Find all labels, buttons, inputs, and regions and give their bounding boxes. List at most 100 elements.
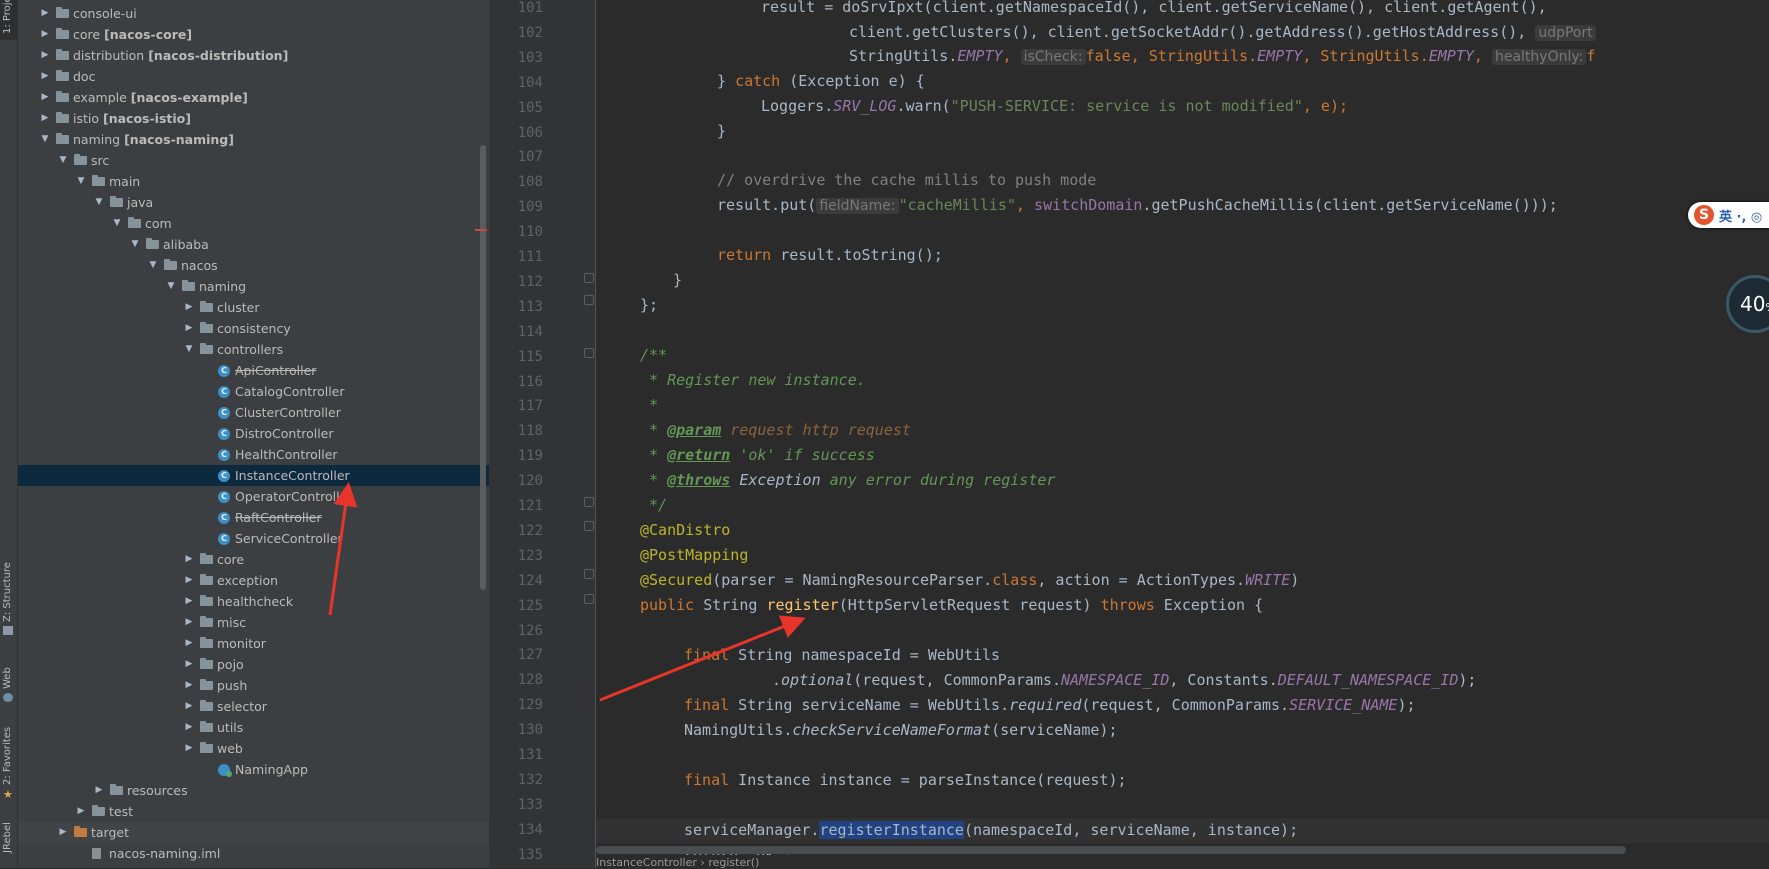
chevron-right-icon[interactable]: ▶: [184, 612, 194, 633]
tree-item-label: monitor: [217, 636, 266, 651]
tree-item-servicecontroller[interactable]: C ServiceController: [18, 528, 489, 549]
tree-item-utils[interactable]: ▶ utils: [18, 717, 489, 738]
chevron-right-icon[interactable]: ▶: [184, 318, 194, 339]
tree-item-apicontroller[interactable]: C ApiController: [18, 360, 489, 381]
tree-item-instancecontroller[interactable]: C InstanceController: [18, 465, 489, 486]
tree-item-distribution[interactable]: ▶ distribution [nacos-distribution]: [18, 45, 489, 66]
package-icon: [200, 637, 213, 648]
chevron-right-icon[interactable]: ▶: [40, 66, 50, 87]
tree-item-example[interactable]: ▶ example [nacos-example]: [18, 87, 489, 108]
fold-marker-icon[interactable]: [584, 594, 594, 604]
chevron-right-icon[interactable]: ▶: [184, 570, 194, 591]
tree-item-main[interactable]: ▼ main: [18, 171, 489, 192]
code-line-134: serviceManager.registerInstance(namespac…: [684, 821, 1299, 839]
chevron-down-icon[interactable]: ▼: [94, 192, 104, 213]
chevron-right-icon[interactable]: ▶: [184, 654, 194, 675]
tree-item-catalogcontroller[interactable]: C CatalogController: [18, 381, 489, 402]
chevron-right-icon[interactable]: ▶: [184, 675, 194, 696]
chevron-down-icon[interactable]: ▼: [148, 255, 158, 276]
breadcrumb[interactable]: InstanceController › register(): [596, 856, 759, 869]
chevron-down-icon[interactable]: ▼: [76, 171, 86, 192]
favorites-tool-tab[interactable]: 2: Favorites ★: [0, 720, 17, 805]
chevron-down-icon[interactable]: ▼: [40, 129, 50, 150]
tree-item-naming[interactable]: ▼ naming [nacos-naming]: [18, 129, 489, 150]
tree-item-alibaba[interactable]: ▼ alibaba: [18, 234, 489, 255]
tree-item-resources[interactable]: ▶ resources: [18, 780, 489, 801]
tree-item-consistency[interactable]: ▶ consistency: [18, 318, 489, 339]
tree-item-web[interactable]: ▶ web: [18, 738, 489, 759]
breadcrumb-class[interactable]: InstanceController: [596, 856, 697, 869]
chevron-down-icon[interactable]: ▼: [58, 150, 68, 171]
tree-item-healthcheck[interactable]: ▶ healthcheck: [18, 591, 489, 612]
class-icon: C: [218, 365, 230, 377]
tree-item-namingapp[interactable]: NamingApp: [18, 759, 489, 780]
tree-item-pojo[interactable]: ▶ pojo: [18, 654, 489, 675]
tree-item-clustercontroller[interactable]: C ClusterController: [18, 402, 489, 423]
tree-item-raftcontroller[interactable]: C RaftController: [18, 507, 489, 528]
chevron-right-icon[interactable]: ▶: [184, 297, 194, 318]
tree-item-console-ui[interactable]: ▶ console-ui: [18, 3, 489, 24]
tree-item-controllers[interactable]: ▼ controllers: [18, 339, 489, 360]
chevron-right-icon[interactable]: ▶: [184, 738, 194, 759]
fold-marker-icon[interactable]: [584, 497, 594, 507]
chevron-right-icon[interactable]: ▶: [184, 717, 194, 738]
package-icon: [200, 742, 213, 753]
fold-marker-icon[interactable]: [584, 521, 594, 531]
tree-item-label: naming: [199, 279, 247, 294]
chevron-right-icon[interactable]: ▶: [40, 108, 50, 129]
project-tree[interactable]: ▶ console-ui ▶ core [nacos-core] ▶ distributi…: [18, 0, 489, 868]
tree-item-push[interactable]: ▶ push: [18, 675, 489, 696]
tree-item-com[interactable]: ▼ com: [18, 213, 489, 234]
fold-marker-icon[interactable]: [584, 295, 594, 305]
code-editor[interactable]: result = doSrvIpxt(client.getNamespaceId…: [596, 0, 1769, 868]
tree-item-healthcontroller[interactable]: C HealthController: [18, 444, 489, 465]
tree-item-istio[interactable]: ▶ istio [nacos-istio]: [18, 108, 489, 129]
fold-marker-icon[interactable]: [584, 348, 594, 358]
tree-item-core[interactable]: ▶ core: [18, 549, 489, 570]
chevron-right-icon[interactable]: ▶: [94, 780, 104, 801]
tree-item-test[interactable]: ▶ test: [18, 801, 489, 822]
folder-icon: [56, 49, 69, 60]
chevron-right-icon[interactable]: ▶: [58, 822, 68, 843]
tree-item-core[interactable]: ▶ core [nacos-core]: [18, 24, 489, 45]
chevron-down-icon[interactable]: ▼: [130, 234, 140, 255]
tree-item-nacos[interactable]: ▼ nacos: [18, 255, 489, 276]
chevron-right-icon[interactable]: ▶: [40, 3, 50, 24]
chevron-right-icon[interactable]: ▶: [40, 87, 50, 108]
chevron-down-icon[interactable]: ▼: [166, 276, 176, 297]
tree-item-distrocontroller[interactable]: C DistroController: [18, 423, 489, 444]
tree-item-misc[interactable]: ▶ misc: [18, 612, 489, 633]
chevron-right-icon[interactable]: ▶: [184, 591, 194, 612]
chevron-right-icon[interactable]: ▶: [184, 549, 194, 570]
package-icon: [128, 217, 141, 228]
chevron-down-icon[interactable]: ▼: [184, 339, 194, 360]
tree-item-doc[interactable]: ▶ doc: [18, 66, 489, 87]
chevron-right-icon[interactable]: ▶: [184, 633, 194, 654]
tree-item-src[interactable]: ▼ src: [18, 150, 489, 171]
structure-tool-tab[interactable]: Z: Structure: [0, 560, 17, 640]
tree-item-cluster[interactable]: ▶ cluster: [18, 297, 489, 318]
tree-item-monitor[interactable]: ▶ monitor: [18, 633, 489, 654]
web-tool-tab[interactable]: Web: [0, 655, 17, 705]
ime-mode-label[interactable]: 英 ·, ◎: [1719, 206, 1762, 225]
tree-item-nacos-naming-iml[interactable]: nacos-naming.iml: [18, 843, 489, 864]
breadcrumb-method[interactable]: register(): [708, 856, 759, 869]
chevron-right-icon[interactable]: ▶: [40, 24, 50, 45]
tree-item-java[interactable]: ▼ java: [18, 192, 489, 213]
chevron-right-icon[interactable]: ▶: [76, 801, 86, 822]
project-tool-tab[interactable]: 1: Project: [0, 0, 17, 40]
tree-item-exception[interactable]: ▶ exception: [18, 570, 489, 591]
tree-item-naming[interactable]: ▼ naming: [18, 276, 489, 297]
fold-marker-icon[interactable]: [584, 273, 594, 283]
tree-scrollbar[interactable]: [480, 145, 486, 590]
tree-item-selector[interactable]: ▶ selector: [18, 696, 489, 717]
fold-marker-icon[interactable]: [584, 569, 594, 579]
chevron-right-icon[interactable]: ▶: [184, 696, 194, 717]
chevron-right-icon[interactable]: ▶: [40, 45, 50, 66]
jrebel-tool-tab[interactable]: JRebel: [0, 815, 17, 868]
chevron-down-icon[interactable]: ▼: [112, 213, 122, 234]
editor-horizontal-scrollbar[interactable]: [596, 846, 1626, 854]
ime-toolbar[interactable]: S 英 ·, ◎: [1688, 202, 1769, 228]
tree-item-operatorcontroller[interactable]: C OperatorController: [18, 486, 489, 507]
tree-item-target[interactable]: ▶ target: [18, 822, 489, 843]
